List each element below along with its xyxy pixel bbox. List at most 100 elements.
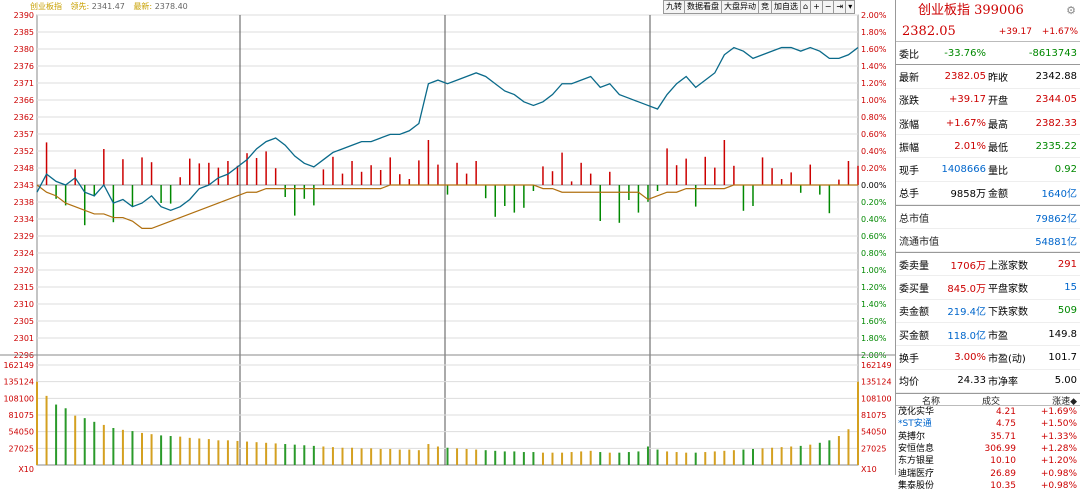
toolbar-bid-button[interactable]: 竞: [758, 0, 772, 14]
stat-value: 1640亿: [1041, 189, 1077, 201]
latest-value: 2378.40: [154, 2, 188, 11]
toolbar-dropdown-icon[interactable]: ▾: [845, 0, 856, 14]
volume-tick-label: 135124: [3, 378, 34, 387]
volume-tick-label: X10: [861, 465, 877, 474]
list-item[interactable]: 英搏尔 35.71 +1.33%: [896, 431, 1080, 443]
stock-price: 4.75: [995, 419, 1016, 430]
breadth-row: 委买量 845.0万 平盘家数 15: [896, 276, 1080, 300]
stat-value: 2.01%: [954, 140, 986, 152]
y-tick-label: 2352: [14, 147, 34, 156]
float-cap-value: 54881亿: [1035, 236, 1077, 248]
pct-tick-label: 1.20%: [861, 283, 887, 292]
index-name: 创业板指 399006: [918, 3, 1024, 18]
stat-value: 291: [1057, 258, 1077, 270]
stat-label: 委买量: [899, 284, 929, 296]
pct-tick-label: 0.40%: [861, 147, 887, 156]
stat-label: 涨跌: [899, 96, 919, 108]
prev-close-label: 领先:: [70, 2, 90, 11]
chart-header: 创业板指 领先: 2341.47 最新: 2378.40: [30, 1, 188, 14]
stat-label: 上涨家数: [988, 260, 1028, 272]
stat-value: 0.92: [1054, 164, 1077, 176]
list-item[interactable]: 集泰股份 10.35 +0.98%: [896, 480, 1080, 492]
list-item[interactable]: *ST安通 4.75 +1.50%: [896, 418, 1080, 430]
stock-price: 10.10: [990, 456, 1016, 467]
toolbar-data-button[interactable]: 数据看盘: [684, 0, 722, 14]
pct-tick-label: 0.60%: [861, 232, 887, 241]
y-tick-label: 2362: [14, 113, 34, 122]
volume-tick-label: 27025: [861, 444, 886, 453]
stat-row: 振幅 2.01% 最低 2335.22: [896, 135, 1080, 159]
col-price[interactable]: 成交: [966, 394, 1016, 407]
volume-tick-label: 108100: [3, 394, 34, 403]
stock-speed: +0.98%: [1040, 468, 1077, 479]
stat-value: 2344.05: [1035, 94, 1077, 106]
gear-icon[interactable]: ⚙: [1066, 0, 1076, 22]
stat-label: 涨幅: [899, 119, 919, 131]
market-cap-block: 总市值 79862亿 流通市值 54881亿: [896, 206, 1080, 254]
stat-label: 换手: [899, 353, 919, 365]
stat-value: 509: [1057, 305, 1077, 317]
pct-tick-label: 1.00%: [861, 96, 887, 105]
pct-tick-label: 1.60%: [861, 317, 887, 326]
chart-title: 创业板指: [30, 2, 62, 11]
breadth-row: 换手 3.00% 市盈(动) 101.7: [896, 346, 1080, 370]
weibi-diff: -8613743: [1028, 47, 1077, 59]
col-speed[interactable]: 涨速◆: [1016, 394, 1080, 407]
intraday-chart[interactable]: 2390 2.00% 2385 1.80% 2380 1.60% 2376 1.40% 2371…: [0, 0, 895, 475]
y-tick-label: 2338: [14, 198, 34, 207]
volume-tick-label: 81075: [9, 411, 34, 420]
stock-name: 英搏尔: [898, 431, 926, 442]
stock-speed: +1.50%: [1040, 419, 1077, 430]
stat-value: 219.4亿: [947, 307, 986, 319]
volume-tick-label: X10: [18, 465, 34, 474]
stat-label: 市净率: [988, 377, 1018, 389]
list-item[interactable]: 东方银星 10.10 +1.20%: [896, 455, 1080, 467]
stat-label: 最低: [988, 142, 1008, 154]
chart-canvas[interactable]: 2390 2.00%2385 1.80%2380 1.60%2376 1.40%2371…: [0, 0, 895, 475]
stat-row: 现手 1408666 量比 0.92: [896, 158, 1080, 182]
toolbar-market-alert-button[interactable]: 大盘异动: [721, 0, 759, 14]
y-tick-label: 2376: [14, 62, 34, 71]
price-change: +39.17: [998, 26, 1032, 37]
pct-tick-label: 0.20%: [861, 164, 887, 173]
stat-row: 总手 9858万 金额 1640亿: [896, 182, 1080, 206]
stat-label: 委卖量: [899, 260, 929, 272]
stock-price: 306.99: [984, 444, 1017, 455]
stock-name: 集泰股份: [898, 481, 935, 492]
stat-value: 2342.88: [1035, 70, 1077, 82]
quote-summary: 2382.05 +39.17 +1.67%: [896, 22, 1080, 42]
stock-speed: +1.20%: [1040, 456, 1077, 467]
stat-value: 15: [1064, 282, 1077, 294]
stat-label: 市盈: [988, 330, 1008, 342]
col-name[interactable]: 名称: [896, 394, 966, 407]
pct-tick-label: 0.20%: [861, 198, 887, 207]
list-item[interactable]: 茂化实华 4.21 +1.69%: [896, 406, 1080, 418]
stat-label: 总手: [899, 189, 919, 201]
weibi-row: 委比 -33.76% -8613743: [896, 42, 1080, 66]
stat-label: 昨收: [988, 72, 1008, 84]
stat-value: 24.33: [957, 375, 986, 387]
stat-label: 金额: [988, 189, 1008, 201]
stat-value: +1.67%: [945, 117, 986, 129]
stock-price: 4.21: [995, 406, 1016, 417]
stat-label: 量比: [988, 166, 1008, 178]
stat-label: 开盘: [988, 96, 1008, 108]
stat-label: 均价: [899, 377, 919, 389]
pct-tick-label: 1.00%: [861, 266, 887, 275]
toolbar-add-watchlist-button[interactable]: 加自选: [771, 0, 801, 14]
list-item[interactable]: 安恒信息 306.99 +1.28%: [896, 443, 1080, 455]
list-item[interactable]: 迪瑞医疗 26.89 +0.98%: [896, 468, 1080, 480]
y-tick-label: 2329: [14, 232, 34, 241]
stock-name: 茂化实华: [898, 406, 935, 417]
volume-tick-label: 162149: [861, 361, 892, 370]
stock-name: 安恒信息: [898, 444, 935, 455]
volume-tick-label: 162149: [3, 361, 34, 370]
stock-list: 茂化实华 4.21 +1.69% *ST安通 4.75 +1.50% 英搏尔 35.71 +1.…: [896, 406, 1080, 493]
prev-close-value: 2341.47: [91, 2, 125, 11]
stock-speed: +1.69%: [1040, 406, 1077, 417]
stock-name: *ST安通: [898, 419, 932, 430]
stat-label: 买金额: [899, 330, 929, 342]
y-tick-label: 2320: [14, 266, 34, 275]
volume-tick-label: 54050: [9, 428, 34, 437]
toolbar-jiuzhuan-button[interactable]: 九转: [663, 0, 685, 14]
